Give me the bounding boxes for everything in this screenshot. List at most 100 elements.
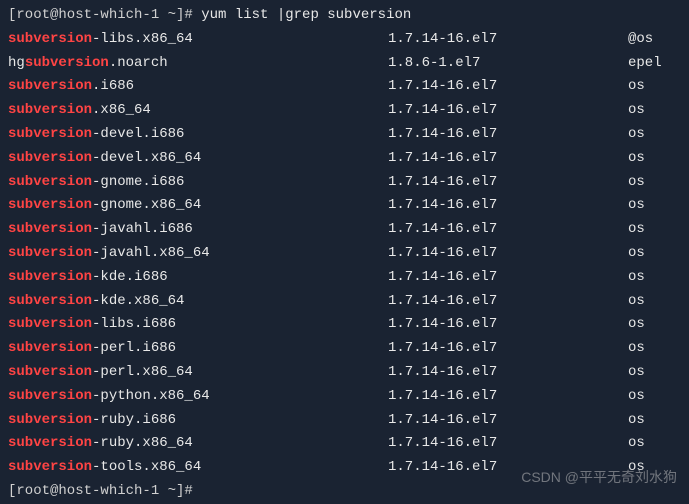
- package-row: subversion-kde.i6861.7.14-16.el7os: [8, 266, 681, 290]
- package-suffix: -javahl.x86_64: [92, 245, 210, 261]
- package-repo: os: [628, 385, 645, 409]
- package-suffix: .i686: [92, 78, 134, 94]
- package-name: hgsubversion.noarch: [8, 52, 388, 76]
- package-version: 1.8.6-1.el7: [388, 52, 628, 76]
- package-row: subversion-libs.i6861.7.14-16.el7os: [8, 313, 681, 337]
- highlight-match: subversion: [8, 150, 92, 166]
- package-version: 1.7.14-16.el7: [388, 242, 628, 266]
- package-row: subversion.x86_641.7.14-16.el7os: [8, 99, 681, 123]
- package-name: subversion-python.x86_64: [8, 385, 388, 409]
- package-suffix: -devel.i686: [92, 126, 184, 142]
- package-version: 1.7.14-16.el7: [388, 75, 628, 99]
- package-repo: os: [628, 171, 645, 195]
- shell-prompt: [root@host-which-1 ~]#: [8, 4, 201, 28]
- package-row: subversion-ruby.i6861.7.14-16.el7os: [8, 409, 681, 433]
- package-suffix: -python.x86_64: [92, 388, 210, 404]
- package-name: subversion-javahl.x86_64: [8, 242, 388, 266]
- package-repo: os: [628, 99, 645, 123]
- package-suffix: -devel.x86_64: [92, 150, 201, 166]
- package-row: subversion-perl.x86_641.7.14-16.el7os: [8, 361, 681, 385]
- package-name: subversion-devel.x86_64: [8, 147, 388, 171]
- package-repo: os: [628, 432, 645, 456]
- package-suffix: -kde.x86_64: [92, 293, 184, 309]
- command-text: yum list |grep subversion: [201, 4, 411, 28]
- package-name: subversion.i686: [8, 75, 388, 99]
- package-version: 1.7.14-16.el7: [388, 337, 628, 361]
- package-suffix: -kde.i686: [92, 269, 168, 285]
- package-name: subversion-kde.i686: [8, 266, 388, 290]
- highlight-match: subversion: [8, 435, 92, 451]
- package-suffix: .noarch: [109, 55, 168, 71]
- package-row: subversion-kde.x86_641.7.14-16.el7os: [8, 290, 681, 314]
- terminal-output: [root@host-which-1 ~]# yum list |grep su…: [8, 4, 681, 504]
- package-repo: @os: [628, 28, 653, 52]
- package-version: 1.7.14-16.el7: [388, 147, 628, 171]
- package-suffix: -javahl.i686: [92, 221, 193, 237]
- package-row: subversion-gnome.i6861.7.14-16.el7os: [8, 171, 681, 195]
- highlight-match: subversion: [8, 269, 92, 285]
- package-version: 1.7.14-16.el7: [388, 194, 628, 218]
- package-name: subversion.x86_64: [8, 99, 388, 123]
- package-suffix: -ruby.i686: [92, 412, 176, 428]
- package-row: subversion-gnome.x86_641.7.14-16.el7os: [8, 194, 681, 218]
- highlight-match: subversion: [8, 102, 92, 118]
- package-version: 1.7.14-16.el7: [388, 409, 628, 433]
- highlight-match: subversion: [8, 197, 92, 213]
- highlight-match: subversion: [8, 245, 92, 261]
- package-suffix: -perl.i686: [92, 340, 176, 356]
- package-name: subversion-ruby.i686: [8, 409, 388, 433]
- package-repo: os: [628, 266, 645, 290]
- package-suffix: -gnome.x86_64: [92, 197, 201, 213]
- package-version: 1.7.14-16.el7: [388, 361, 628, 385]
- package-row: subversion-libs.x86_641.7.14-16.el7@os: [8, 28, 681, 52]
- package-row: subversion-python.x86_641.7.14-16.el7os: [8, 385, 681, 409]
- package-version: 1.7.14-16.el7: [388, 385, 628, 409]
- package-repo: os: [628, 194, 645, 218]
- package-suffix: -ruby.x86_64: [92, 435, 193, 451]
- package-version: 1.7.14-16.el7: [388, 266, 628, 290]
- package-name: subversion-tools.x86_64: [8, 456, 388, 480]
- package-version: 1.7.14-16.el7: [388, 171, 628, 195]
- package-version: 1.7.14-16.el7: [388, 28, 628, 52]
- package-repo: os: [628, 361, 645, 385]
- package-row: subversion-devel.i6861.7.14-16.el7os: [8, 123, 681, 147]
- package-suffix: -libs.i686: [92, 316, 176, 332]
- shell-prompt: [root@host-which-1 ~]#: [8, 480, 201, 504]
- package-name: subversion-perl.x86_64: [8, 361, 388, 385]
- package-repo: os: [628, 147, 645, 171]
- package-row: subversion-ruby.x86_641.7.14-16.el7os: [8, 432, 681, 456]
- package-row: subversion-javahl.x86_641.7.14-16.el7os: [8, 242, 681, 266]
- package-suffix: -gnome.i686: [92, 174, 184, 190]
- package-row: subversion-perl.i6861.7.14-16.el7os: [8, 337, 681, 361]
- highlight-match: subversion: [8, 364, 92, 380]
- package-suffix: .x86_64: [92, 102, 151, 118]
- package-repo: os: [628, 218, 645, 242]
- package-name: subversion-kde.x86_64: [8, 290, 388, 314]
- highlight-match: subversion: [8, 293, 92, 309]
- package-prefix: hg: [8, 55, 25, 71]
- highlight-match: subversion: [8, 78, 92, 94]
- package-name: subversion-gnome.i686: [8, 171, 388, 195]
- package-repo: os: [628, 75, 645, 99]
- highlight-match: subversion: [8, 221, 92, 237]
- package-name: subversion-gnome.x86_64: [8, 194, 388, 218]
- package-repo: epel: [628, 52, 662, 76]
- package-name: subversion-ruby.x86_64: [8, 432, 388, 456]
- package-version: 1.7.14-16.el7: [388, 218, 628, 242]
- package-repo: os: [628, 313, 645, 337]
- package-version: 1.7.14-16.el7: [388, 432, 628, 456]
- package-suffix: -libs.x86_64: [92, 31, 193, 47]
- command-line[interactable]: [root@host-which-1 ~]# yum list |grep su…: [8, 4, 681, 28]
- highlight-match: subversion: [8, 459, 92, 475]
- package-repo: os: [628, 409, 645, 433]
- package-repo: os: [628, 242, 645, 266]
- package-version: 1.7.14-16.el7: [388, 99, 628, 123]
- package-name: subversion-libs.x86_64: [8, 28, 388, 52]
- package-name: subversion-perl.i686: [8, 337, 388, 361]
- package-suffix: -perl.x86_64: [92, 364, 193, 380]
- package-row: subversion-javahl.i686 1.7.14-16.el7os: [8, 218, 681, 242]
- highlight-match: subversion: [8, 174, 92, 190]
- package-repo: os: [628, 123, 645, 147]
- highlight-match: subversion: [8, 126, 92, 142]
- package-row: hgsubversion.noarch1.8.6-1.el7epel: [8, 52, 681, 76]
